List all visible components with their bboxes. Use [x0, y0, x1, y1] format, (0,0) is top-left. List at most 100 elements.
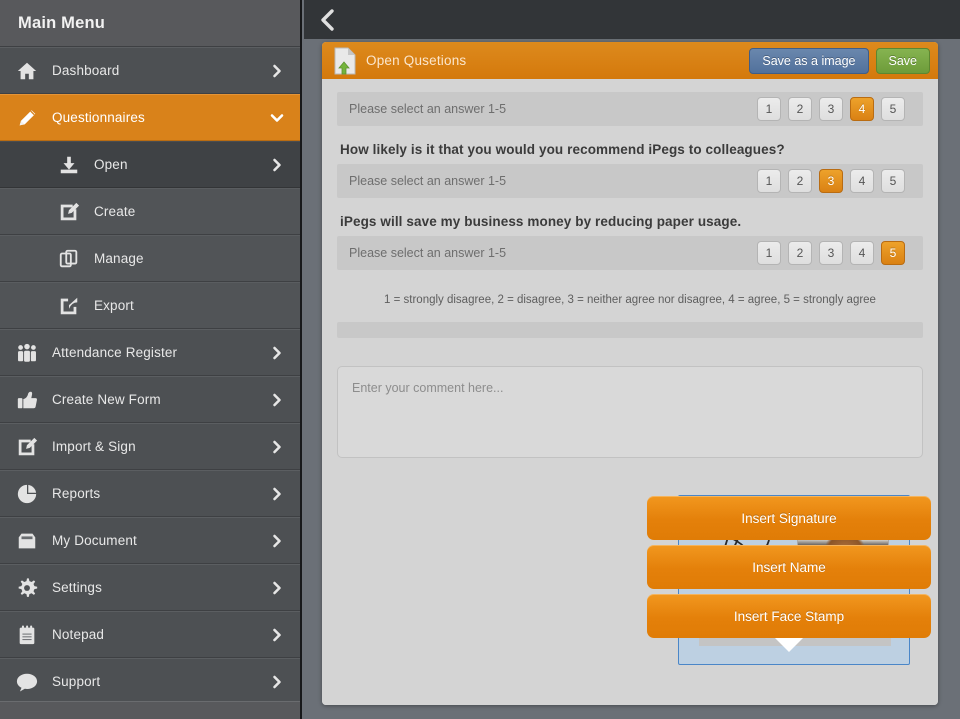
popup-button-insert-name[interactable]: Insert Name	[647, 545, 931, 589]
sidebar-item-label: Reports	[52, 486, 101, 501]
download-icon	[60, 156, 78, 173]
sidebar-item-my-document[interactable]: My Document	[0, 517, 300, 564]
chevron-left-icon	[321, 8, 334, 31]
insert-popup-menu: Insert Signature Insert Name Insert Face S…	[647, 496, 931, 652]
panel-header: Open Qusetions Save as a image Save	[322, 42, 938, 79]
top-bar	[304, 0, 960, 39]
chevron-right-icon	[270, 158, 284, 172]
thumbs-up-icon	[17, 391, 37, 408]
sidebar-item-open[interactable]: Open	[0, 141, 300, 188]
chevron-right-icon	[270, 534, 284, 548]
questions-container: Please select an answer 1-5 1 2 3 4 5 How like…	[337, 79, 923, 270]
chat-bubble-icon	[14, 669, 40, 695]
home-icon	[14, 58, 40, 84]
rating-legend: 1 = strongly disagree, 2 = disagree, 3 =…	[384, 294, 876, 306]
sidebar-item-label: Open	[94, 157, 128, 172]
popup-button-insert-face-stamp[interactable]: Insert Face Stamp	[647, 594, 931, 638]
rating-option-2[interactable]: 2	[788, 241, 812, 265]
rating-option-2[interactable]: 2	[788, 97, 812, 121]
pencil-icon	[19, 109, 36, 125]
rating-option-3[interactable]: 3	[819, 241, 843, 265]
rating-option-1[interactable]: 1	[757, 97, 781, 121]
sidebar-item-settings[interactable]: Settings	[0, 564, 300, 611]
home-icon	[17, 62, 37, 79]
sidebar-item-label: Create New Form	[52, 392, 161, 407]
rating-option-5[interactable]: 5	[881, 97, 905, 121]
main-content: Open Qusetions Save as a image Save Plea…	[304, 0, 960, 719]
chevron-right-icon	[270, 487, 284, 501]
sidebar-item-label: Questionnaires	[52, 110, 145, 125]
sidebar-header: Main Menu	[0, 0, 300, 47]
question-prompt: Please select an answer 1-5	[349, 102, 507, 116]
chevron-right-icon	[270, 64, 284, 78]
comment-input[interactable]: Enter your comment here...	[337, 366, 923, 458]
people-icon	[18, 343, 36, 362]
sidebar-item-label: Support	[52, 674, 101, 689]
edit-square-icon	[18, 437, 38, 455]
sidebar-item-export[interactable]: Export	[0, 282, 300, 329]
question-row: Please select an answer 1-5 1 2 3 4 5	[337, 164, 923, 198]
gear-icon	[18, 577, 38, 597]
document-upload-icon	[334, 47, 356, 74]
sidebar-item-label: Notepad	[52, 627, 105, 642]
pencil-icon	[14, 105, 40, 131]
sidebar-item-label: Import & Sign	[52, 439, 136, 454]
pie-chart-icon	[14, 481, 40, 507]
sidebar-item-dashboard[interactable]: Dashboard	[0, 47, 300, 94]
notepad-icon	[14, 622, 40, 648]
rating-group: 12345	[757, 241, 905, 265]
save-button[interactable]: Save	[875, 47, 930, 74]
chevron-right-icon	[270, 346, 284, 360]
rating-option-5[interactable]: 5	[881, 241, 905, 265]
sidebar-item-manage[interactable]: Manage	[0, 235, 300, 282]
rating-option-4[interactable]: 4	[850, 169, 874, 193]
sidebar-item-label: My Document	[52, 533, 137, 548]
back-button[interactable]	[304, 0, 350, 39]
rating-option-5[interactable]: 5	[881, 169, 905, 193]
pie-chart-icon	[17, 484, 37, 503]
rating-option-2[interactable]: 2	[788, 169, 812, 193]
rating-option-3[interactable]: 3	[819, 97, 843, 121]
copy-icon	[56, 246, 82, 272]
copy-icon	[59, 249, 78, 267]
download-icon	[56, 152, 82, 178]
sidebar-item-label: Manage	[94, 251, 144, 266]
sidebar-item-reports[interactable]: Reports	[0, 470, 300, 517]
sidebar-item-import-sign[interactable]: Import & Sign	[0, 423, 300, 470]
question-row: Please select an answer 1-5 1 2 3 4 5	[337, 236, 923, 270]
thumbs-up-icon	[14, 387, 40, 413]
edit-square-icon	[14, 434, 40, 460]
sidebar-item-label: Dashboard	[52, 63, 120, 78]
app-root: Main Menu Dashboard Questionnaires Open Cre…	[0, 0, 960, 719]
chevron-right-icon	[270, 628, 284, 642]
popup-button-list: Insert Signature Insert Name Insert Face S…	[647, 496, 931, 638]
rating-option-4[interactable]: 4	[850, 97, 874, 121]
sidebar-item-attendance-register[interactable]: Attendance Register	[0, 329, 300, 376]
sidebar-item-notepad[interactable]: Notepad	[0, 611, 300, 658]
notepad-icon	[19, 624, 35, 644]
rating-option-4[interactable]: 4	[850, 241, 874, 265]
popup-button-insert-signature[interactable]: Insert Signature	[647, 496, 931, 540]
inbox-icon	[14, 528, 40, 554]
comment-placeholder: Enter your comment here...	[352, 381, 504, 395]
rating-option-1[interactable]: 1	[757, 241, 781, 265]
rating-option-3[interactable]: 3	[819, 169, 843, 193]
sidebar-item-create-new-form[interactable]: Create New Form	[0, 376, 300, 423]
chat-bubble-icon	[16, 673, 38, 692]
rating-option-1[interactable]: 1	[757, 169, 781, 193]
gear-icon	[14, 575, 40, 601]
sidebar-item-label: Settings	[52, 580, 102, 595]
sidebar-footer	[0, 701, 300, 719]
sidebar-item-support[interactable]: Support	[0, 658, 300, 705]
sidebar-item-questionnaires[interactable]: Questionnaires	[0, 94, 300, 141]
sidebar-item-label: Export	[94, 298, 134, 313]
question-title-clipped	[337, 79, 923, 92]
question-title: How likely is it that you would you reco…	[340, 142, 785, 157]
save-as-image-button[interactable]: Save as a image	[749, 47, 869, 74]
questionnaire-panel: Open Qusetions Save as a image Save Plea…	[322, 42, 938, 705]
export-icon	[56, 293, 82, 319]
sidebar-item-create[interactable]: Create	[0, 188, 300, 235]
popup-arrow-icon	[775, 638, 803, 652]
export-icon	[60, 297, 78, 314]
page-title: Main Menu	[18, 13, 106, 32]
